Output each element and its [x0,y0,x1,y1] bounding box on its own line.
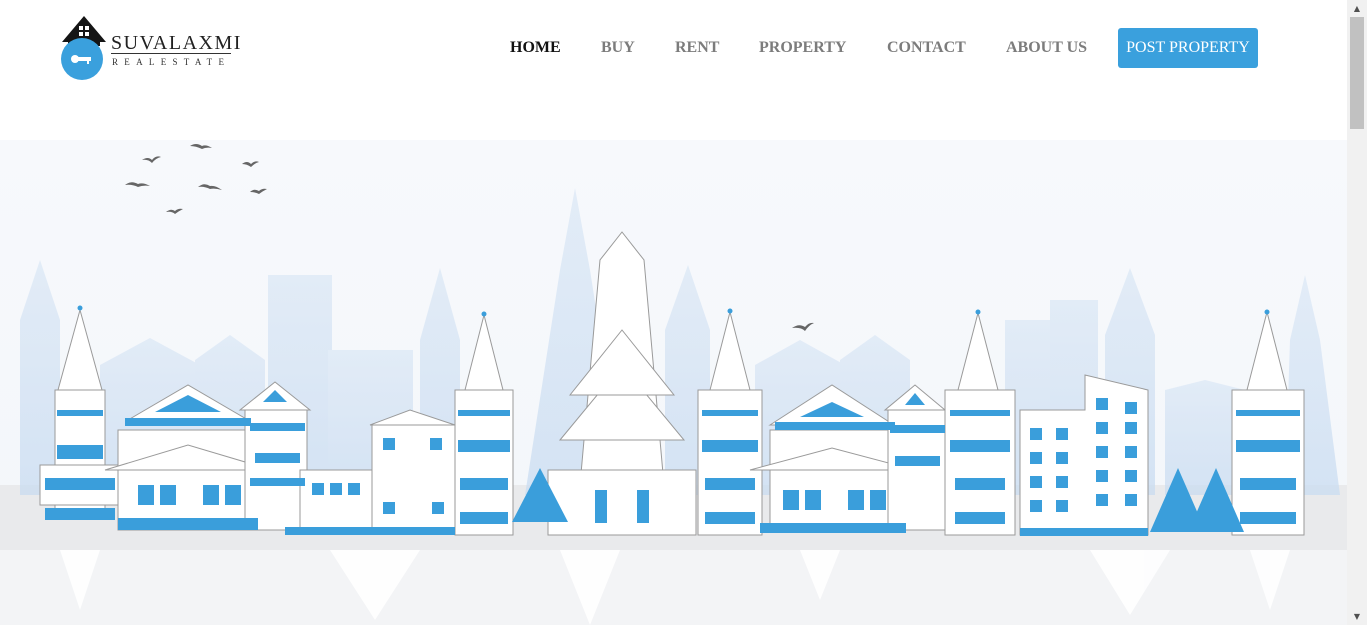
nav-contact[interactable]: CONTACT [887,39,966,57]
hero-banner [0,140,1347,625]
nav-rent[interactable]: RENT [675,39,719,57]
scroll-up-arrow-icon[interactable]: ▲ [1347,0,1367,17]
scroll-down-arrow-icon[interactable]: ▼ [1347,608,1367,625]
skyline-illustration [0,144,1347,625]
scroll-thumb[interactable] [1350,17,1364,129]
main-nav: HOME BUY RENT PROPERTY CONTACT ABOUT US … [0,28,1347,68]
birds-icon [125,144,814,331]
vertical-scrollbar[interactable]: ▲ ▼ [1347,0,1367,625]
nav-property[interactable]: PROPERTY [759,39,846,57]
post-property-button[interactable]: POST PROPERTY [1118,28,1258,68]
nav-about-us[interactable]: ABOUT US [1006,39,1087,57]
nav-home[interactable]: HOME [510,39,561,57]
nav-buy[interactable]: BUY [601,39,635,57]
site-header: SUVALAXMI REALESTATE HOME BUY RENT PROPE… [0,0,1347,100]
